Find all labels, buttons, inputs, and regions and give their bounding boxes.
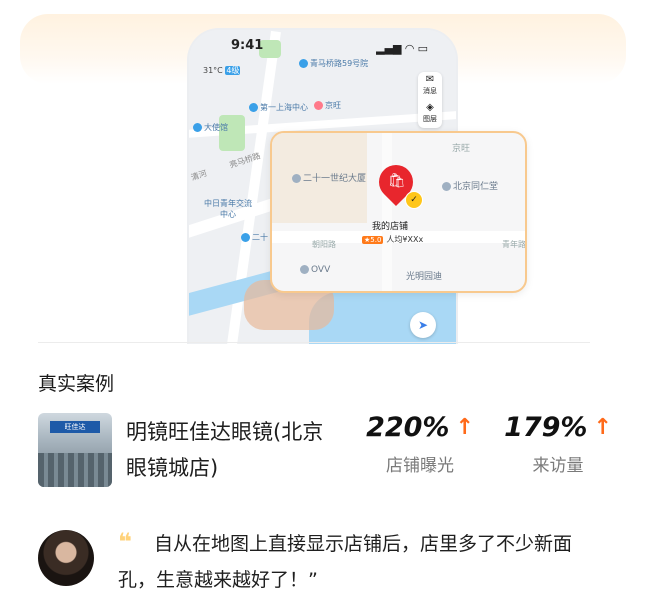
road-label: 朝阳路 xyxy=(312,240,336,249)
testimonial-quote: 自从在地图上直接显示店铺后，店里多了不少新面孔，生意越来越好了！” xyxy=(118,533,573,591)
map-poi[interactable]: 光明园迪 xyxy=(406,269,442,282)
map-poi[interactable]: 二十一世纪大厦 xyxy=(292,171,366,184)
avatar xyxy=(38,530,94,586)
trend-up-icon: ↑ xyxy=(455,415,474,440)
store-pin-meta: ★5.0 人均¥XXx xyxy=(362,235,424,244)
metric-exposure: 220% ↑ 店铺曝光 xyxy=(358,412,482,476)
store-photo: 旺佳达 xyxy=(38,413,112,487)
status-time: 9:41 xyxy=(231,38,264,53)
verified-badge-icon: ✓ xyxy=(405,191,423,209)
metric-label: 店铺曝光 xyxy=(386,456,454,476)
signal-icons: ▂▄▆ ◠ ▭ xyxy=(376,42,428,55)
map-poi[interactable]: 第一上海中心 xyxy=(249,102,308,113)
map-poi[interactable]: 青马桥路59号院 xyxy=(299,58,368,69)
map-poi[interactable]: 北京同仁堂 xyxy=(442,179,498,192)
store-zoom-card: 二十一世纪大厦 北京同仁堂 OVV 光明园迪 京旺 朝阳路 青年路 🛍 ✓ 我的… xyxy=(270,131,527,293)
section-title: 真实案例 xyxy=(38,373,115,395)
layers-icon: ◈ xyxy=(426,102,434,113)
divider xyxy=(38,342,590,343)
map-tools: ✉ 消息 ◈ 图层 xyxy=(418,72,442,128)
case-store-name: 明镜旺佳达眼镜(北京眼镜城店) xyxy=(126,420,324,480)
rating-badge: ★5.0 xyxy=(362,236,384,244)
metric-value: 179% xyxy=(504,412,588,443)
road-label: 清河 xyxy=(190,168,208,183)
map-poi[interactable]: 京旺 xyxy=(452,141,470,154)
weather-temp: 31°C xyxy=(203,66,223,75)
weather-badge: 4级 xyxy=(225,66,241,75)
map-poi[interactable]: 大使馆 xyxy=(193,122,228,133)
road-label: 青年路 xyxy=(502,240,526,249)
map-poi[interactable]: 二十 xyxy=(241,232,268,243)
trend-up-icon: ↑ xyxy=(593,415,612,440)
map-poi[interactable]: 京旺 xyxy=(314,100,341,111)
metric-visits: 179% ↑ 来访量 xyxy=(496,412,620,476)
store-pin-label: 我的店铺 xyxy=(372,222,409,232)
weather-widget: 31°C 4级 xyxy=(203,65,241,76)
locate-button[interactable]: ➤ xyxy=(410,312,436,338)
store-photo-sign: 旺佳达 xyxy=(50,421,100,433)
map-poi[interactable]: OVV xyxy=(300,265,330,275)
shopping-bag-icon: 🛍 xyxy=(388,173,406,189)
layers-button[interactable]: ◈ 图层 xyxy=(418,100,442,128)
status-bar: 9:41 ▂▄▆ ◠ ▭ xyxy=(189,38,456,58)
map-poi[interactable]: 中日青年交流中心 xyxy=(203,198,253,220)
metric-label: 来访量 xyxy=(532,456,584,476)
messages-button[interactable]: ✉ 消息 xyxy=(418,72,442,100)
navigation-arrow-icon: ➤ xyxy=(417,318,429,332)
metric-value: 220% xyxy=(366,412,450,443)
mail-icon: ✉ xyxy=(425,74,435,85)
